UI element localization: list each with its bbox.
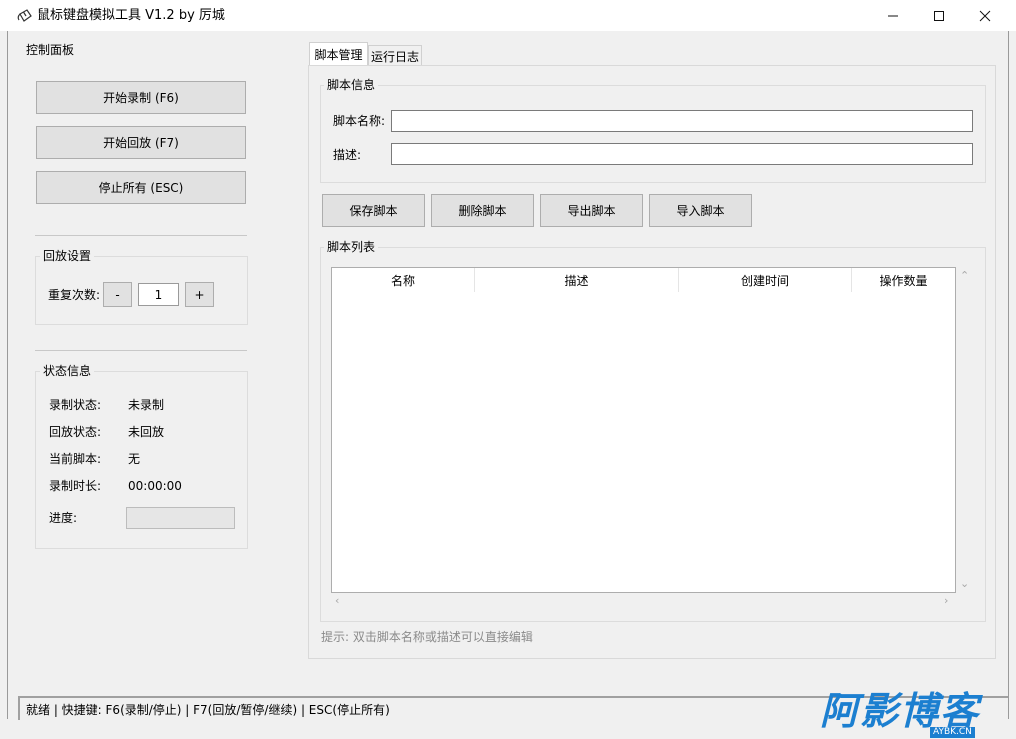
import-script-button[interactable]: 导入脚本 [649,194,752,227]
start-record-button[interactable]: 开始录制 (F6) [36,81,246,114]
window-title: 鼠标键盘模拟工具 V1.2 by 厉城 [37,8,225,23]
repeat-decrement-button[interactable]: - [103,282,132,307]
export-script-button[interactable]: 导出脚本 [540,194,643,227]
separator [35,350,247,351]
hint-text: 提示: 双击脚本名称或描述可以直接编辑 [321,630,533,644]
scroll-down-icon[interactable]: ⌄ [960,578,969,590]
mouse-icon [17,9,32,22]
status-info-title: 状态信息 [40,363,95,379]
repeat-count-input[interactable]: 1 [138,283,179,306]
script-name-label: 脚本名称: [333,114,386,128]
column-header-op-count[interactable]: 操作数量 [852,268,955,292]
record-status-value: 未录制 [128,398,165,412]
start-playback-button[interactable]: 开始回放 (F7) [36,126,246,159]
description-input[interactable] [391,143,973,165]
scroll-right-icon[interactable]: › [944,595,948,607]
separator [35,235,247,236]
record-duration-label: 录制时长: [49,479,102,493]
repeat-increment-button[interactable]: + [185,282,214,307]
watermark-subtitle: AYBK.CN [930,727,975,738]
current-script-label: 当前脚本: [49,452,102,466]
description-label: 描述: [333,148,362,162]
delete-script-button[interactable]: 删除脚本 [431,194,534,227]
tab-run-log[interactable]: 运行日志 [368,45,422,66]
stop-all-button[interactable]: 停止所有 (ESC) [36,171,246,204]
maximize-button[interactable] [916,0,962,31]
script-name-input[interactable] [391,110,973,132]
maximize-icon [934,10,944,21]
record-status-label: 录制状态: [49,398,102,412]
progress-bar [126,507,235,529]
window-border-left [7,31,8,719]
minimize-button[interactable] [870,0,916,31]
status-bar-text: 就绪 | 快捷键: F6(录制/停止) | F7(回放/暂停/继续) | ESC… [26,702,390,717]
repeat-count-label: 重复次数: [48,288,101,302]
column-header-description[interactable]: 描述 [475,268,679,292]
close-button[interactable] [962,0,1008,31]
window-border-right [1008,31,1009,719]
current-script-value: 无 [128,452,141,466]
column-header-created[interactable]: 创建时间 [679,268,852,292]
progress-label: 进度: [49,511,78,525]
control-panel-title: 控制面板 [26,43,75,57]
playback-status-value: 未回放 [128,425,165,439]
record-duration-value: 00:00:00 [128,479,182,493]
column-header-name[interactable]: 名称 [332,268,475,292]
watermark-logo: 阿影博客 [820,689,981,733]
script-list-title: 脚本列表 [324,239,379,255]
minimize-icon [888,15,898,16]
script-info-group [320,85,986,183]
close-icon [979,10,991,21]
script-info-title: 脚本信息 [324,77,379,93]
scroll-up-icon[interactable]: ⌃ [960,270,969,282]
tab-script-management[interactable]: 脚本管理 [309,42,368,66]
save-script-button[interactable]: 保存脚本 [322,194,425,227]
scroll-left-icon[interactable]: ‹ [335,595,339,607]
script-list-table[interactable]: 名称 描述 创建时间 操作数量 [331,267,956,593]
playback-status-label: 回放状态: [49,425,102,439]
playback-settings-title: 回放设置 [40,248,95,264]
